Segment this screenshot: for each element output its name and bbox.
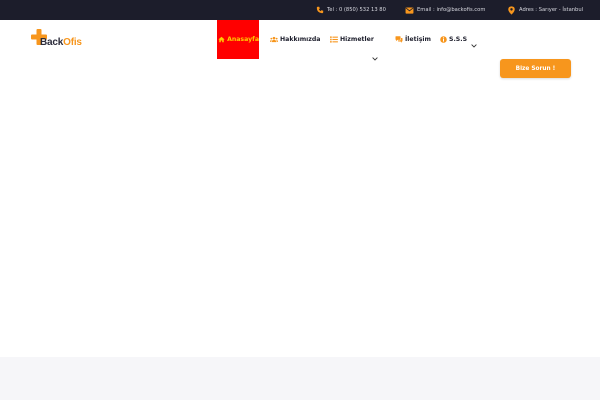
chevron-down-icon[interactable]: [372, 56, 378, 63]
chat-icon: [395, 36, 403, 44]
ask-us-button[interactable]: Bize Sorun !: [500, 59, 571, 78]
phone-icon: [315, 6, 324, 15]
topbar-address-text: Adres : Sarıyer - İstanbul: [519, 7, 584, 13]
logo-text: BackOfis: [40, 37, 82, 48]
logo-text-back: Back: [40, 37, 64, 48]
topbar-email[interactable]: Email : info@backofis.com: [405, 0, 485, 20]
nav-about-label: Hakkımızda: [280, 36, 321, 43]
nav-contact[interactable]: İletişim: [395, 20, 431, 59]
page-footer-band: [0, 357, 600, 400]
topbar-address[interactable]: Adres : Sarıyer - İstanbul: [507, 0, 583, 20]
nav-services[interactable]: Hizmetler: [330, 20, 374, 59]
map-pin-icon: [507, 5, 516, 15]
users-icon: [270, 36, 278, 44]
nav-home[interactable]: Anasayfa: [217, 20, 259, 59]
topbar-phone-text: Tel : 0 (850) 532 13 80: [327, 7, 386, 13]
topbar-phone[interactable]: Tel : 0 (850) 532 13 80: [315, 0, 386, 20]
nav-faq-label: S.S.S: [449, 36, 468, 43]
nav-faq[interactable]: S.S.S: [439, 20, 467, 59]
envelope-icon: [405, 6, 414, 15]
nav-contact-label: İletişim: [405, 36, 431, 43]
nav-about[interactable]: Hakkımızda: [270, 20, 320, 59]
chevron-down-icon[interactable]: [471, 43, 477, 50]
home-icon: [218, 36, 225, 44]
topbar-email-text: Email : info@backofis.com: [417, 7, 486, 13]
nav-home-label: Anasayfa: [227, 36, 259, 43]
site-header: BackOfis Anasayfa Hakkımızda Hizmetler İ…: [0, 20, 600, 78]
info-icon: [439, 36, 447, 44]
nav-services-label: Hizmetler: [340, 36, 374, 43]
list-icon: [330, 36, 338, 44]
top-bar: Tel : 0 (850) 532 13 80 Email : info@bac…: [0, 0, 600, 20]
logo-text-ofis: Ofis: [63, 37, 82, 48]
